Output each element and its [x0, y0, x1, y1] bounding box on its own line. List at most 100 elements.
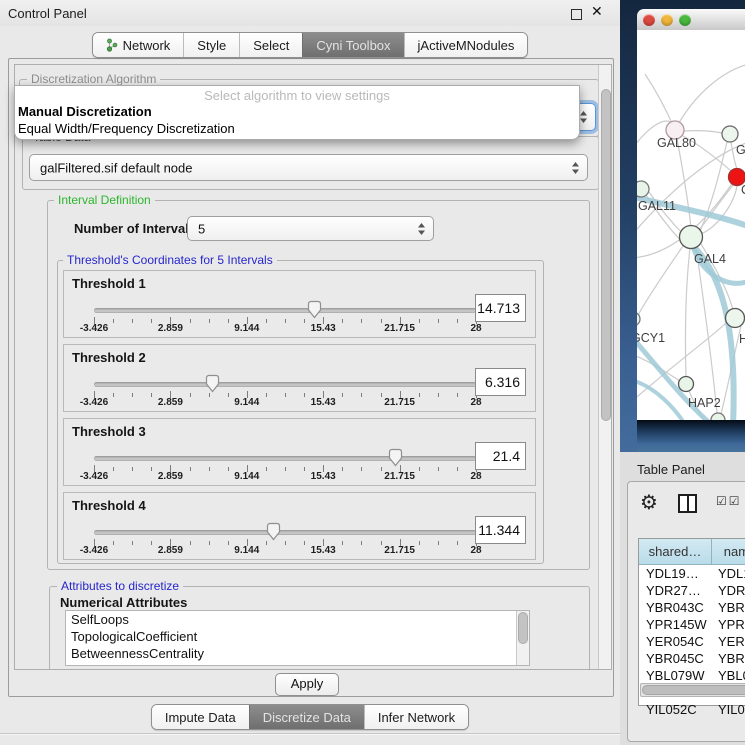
attributes-list-scrollbar[interactable]	[516, 611, 529, 665]
algorithm-popup-hint: Select algorithm to view settings	[15, 88, 579, 103]
tab-impute-data[interactable]: Impute Data	[152, 705, 249, 729]
interval-definition-label: Interval Definition	[54, 193, 155, 207]
stepper-arrows-icon	[579, 110, 588, 124]
algorithm-option-equal-width[interactable]: Equal Width/Frequency Discretization	[18, 121, 235, 136]
column-layout-icon[interactable]	[678, 494, 697, 513]
attribute-item-topologicalcoefficient[interactable]: TopologicalCoefficient	[66, 628, 529, 645]
network-window: GAL80GACGAL11GAL4GCY1HHAP2	[637, 9, 745, 420]
tab-label: Cyni Toolbox	[316, 38, 390, 53]
network-window-frame: GAL80GACGAL11GAL4GCY1HHAP2	[620, 0, 745, 452]
table-horizontal-scrollbar-thumb[interactable]	[642, 685, 745, 695]
slider-tick-labels: -3.4262.8599.14415.4321.71528	[94, 545, 476, 557]
cell-name[interactable]: YBL0	[712, 667, 745, 684]
tab-infer-network[interactable]: Infer Network	[364, 705, 468, 729]
table-row[interactable]: YBL079WYBL0	[639, 667, 745, 684]
cell-shared-name[interactable]: YDR27…	[639, 582, 712, 599]
tab-discretize-data[interactable]: Discretize Data	[249, 705, 364, 729]
network-icon	[106, 38, 118, 52]
tab-label: jActiveMNodules	[418, 38, 515, 53]
table-row[interactable]: YBR043CYBR0	[639, 599, 745, 616]
table-horizontal-scrollbar[interactable]	[640, 683, 745, 697]
threshold-label: Threshold 3	[72, 424, 146, 439]
tick-label: -3.426	[80, 397, 108, 408]
node-table: shared… name YDL19…YDL1YDR27…YDR2YBR043C…	[638, 538, 745, 706]
tab-label: Discretize Data	[263, 710, 351, 725]
cell-name[interactable]: YBR0	[712, 650, 745, 667]
control-panel-titlebar: Control Panel ✕	[0, 0, 620, 26]
gear-icon[interactable]: ⚙	[640, 490, 658, 514]
cell-name[interactable]: YIL0	[712, 701, 745, 718]
cell-name[interactable]: YDR2	[712, 582, 745, 599]
tick-label: 2.859	[158, 471, 183, 482]
svg-text:H: H	[739, 332, 745, 346]
algorithm-option-manual[interactable]: Manual Discretization	[18, 104, 152, 119]
cell-shared-name[interactable]: YBL079W	[639, 667, 712, 684]
network-window-titlebar[interactable]	[637, 9, 745, 31]
cell-name[interactable]: YER0	[712, 633, 745, 650]
table-row[interactable]: YDL19…YDL1	[639, 565, 745, 582]
slider-tick-labels: -3.4262.8599.14415.4321.71528	[94, 323, 476, 335]
tab-label: Infer Network	[378, 710, 455, 725]
table-data-select[interactable]: galFiltered.sif default node	[29, 154, 588, 181]
column-header-name[interactable]: name	[712, 539, 745, 565]
cell-shared-name[interactable]: YDL19…	[639, 565, 712, 582]
cell-shared-name[interactable]: YBR043C	[639, 599, 712, 616]
table-header-row: shared… name	[639, 539, 745, 565]
cell-shared-name[interactable]: YPR145W	[639, 616, 712, 633]
svg-text:C: C	[741, 183, 745, 197]
threshold-value-4[interactable]: 11.344	[475, 516, 526, 544]
attribute-item-selfloops[interactable]: SelfLoops	[66, 611, 529, 628]
attributes-list-scrollbar-thumb[interactable]	[518, 612, 528, 644]
number-of-intervals-select[interactable]: 5	[187, 216, 434, 241]
checkbox-columns-icon[interactable]: ☑☑	[716, 494, 742, 508]
cell-shared-name[interactable]: YBR045C	[639, 650, 712, 667]
threshold-label: Threshold 2	[72, 350, 146, 365]
tab-style[interactable]: Style	[183, 33, 239, 57]
number-of-intervals-value: 5	[198, 221, 205, 236]
apply-button[interactable]: Apply	[275, 673, 339, 696]
cell-shared-name[interactable]: YIL052C	[639, 701, 712, 718]
bottom-tab-bar: Impute Data Discretize Data Infer Network	[0, 704, 620, 730]
slider-tick-labels: -3.4262.8599.14415.4321.71528	[94, 471, 476, 483]
close-traffic-light-icon[interactable]	[643, 14, 655, 26]
attribute-item-betweennesscentrality[interactable]: BetweennessCentrality	[66, 645, 529, 662]
cell-name[interactable]: YPR1	[712, 616, 745, 633]
table-row[interactable]: YIL052CYIL0	[639, 701, 745, 718]
top-tab-bar: NetworkStyleSelect Cyni Toolbox jActiveMNo…	[0, 32, 620, 58]
threshold-slider-2[interactable]	[94, 382, 476, 387]
settings-vertical-scrollbar-thumb[interactable]	[601, 89, 611, 421]
table-row[interactable]: YDR27…YDR2	[639, 582, 745, 599]
table-row[interactable]: YBR045CYBR0	[639, 650, 745, 667]
cell-name[interactable]: YBR0	[712, 599, 745, 616]
threshold-label: Threshold 1	[72, 276, 146, 291]
tab-select[interactable]: Select	[239, 33, 302, 57]
threshold-value-1[interactable]: 14.713	[475, 294, 526, 322]
table-panel: Table Panel ⚙ ☑☑ shared… name YDL19…YDL1…	[620, 452, 745, 745]
cell-shared-name[interactable]: YER054C	[639, 633, 712, 650]
threshold-box-1: Threshold 1 -3.4262.8599.14415.4321.71528…	[63, 270, 536, 338]
numerical-attributes-list[interactable]: SelfLoopsTopologicalCoefficientBetweenne…	[65, 610, 530, 666]
table-row[interactable]: YER054CYER0	[639, 633, 745, 650]
panel-title: Control Panel	[8, 6, 87, 21]
network-frame-bottom	[637, 420, 745, 452]
threshold-slider-3[interactable]	[94, 456, 476, 461]
tick-label: 15.43	[311, 323, 336, 334]
cell-name[interactable]: YDL1	[712, 565, 745, 582]
column-header-shared-name[interactable]: shared…	[639, 539, 712, 565]
network-canvas[interactable]: GAL80GACGAL11GAL4GCY1HHAP2	[637, 30, 745, 420]
zoom-traffic-light-icon[interactable]	[679, 14, 691, 26]
threshold-slider-4[interactable]	[94, 530, 476, 535]
threshold-value-3[interactable]: 21.4	[475, 442, 526, 470]
tab-network[interactable]: Network	[93, 33, 184, 57]
threshold-coordinates-label: Threshold's Coordinates for 5 Intervals	[63, 253, 277, 267]
float-window-icon[interactable]	[571, 9, 582, 20]
svg-text:GAL11: GAL11	[638, 199, 676, 213]
threshold-value-2[interactable]: 6.316	[475, 368, 526, 396]
minimize-traffic-light-icon[interactable]	[661, 14, 673, 26]
settings-vertical-scrollbar[interactable]	[598, 65, 612, 669]
close-icon[interactable]: ✕	[591, 4, 603, 20]
table-row[interactable]: YPR145WYPR1	[639, 616, 745, 633]
threshold-slider-1[interactable]	[94, 308, 476, 313]
tab-jactivemnodules[interactable]: jActiveMNodules	[404, 33, 528, 57]
tab-cyni-toolbox[interactable]: Cyni Toolbox	[302, 33, 403, 57]
